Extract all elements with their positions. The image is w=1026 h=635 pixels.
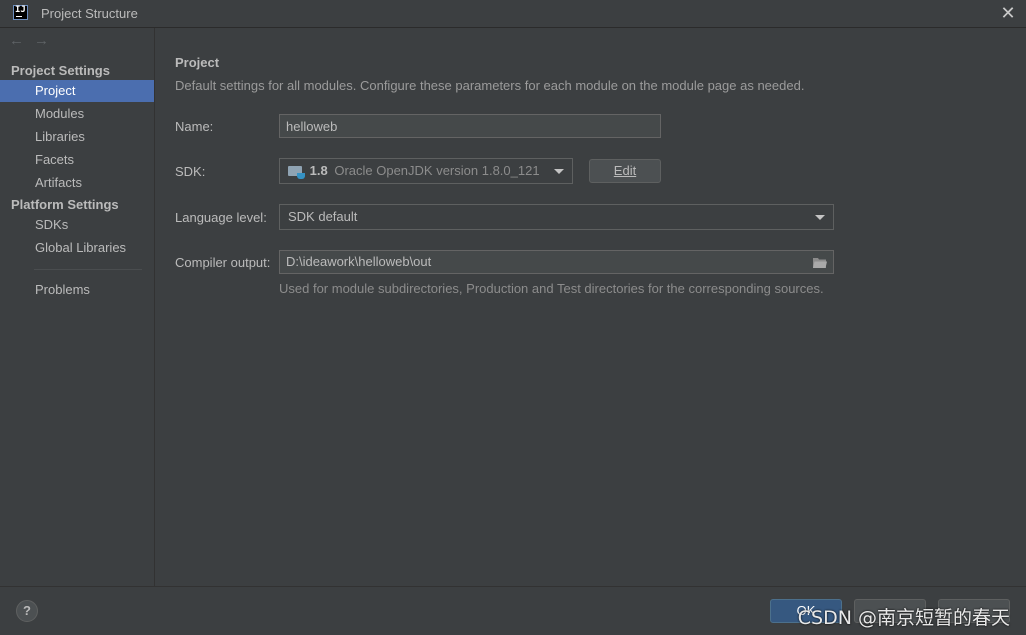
sdk-folder-icon [288,166,305,179]
sidebar-item-global-libraries[interactable]: Global Libraries [0,237,154,259]
sidebar-item-problems[interactable]: Problems [0,279,154,301]
browse-folder-icon[interactable] [813,257,827,268]
compiler-output-field[interactable]: D:\ideawork\helloweb\out [279,250,834,274]
sdk-version: 1.8 [309,163,328,178]
language-level-dropdown[interactable]: SDK default [279,204,834,230]
compiler-output-value: D:\ideawork\helloweb\out [286,254,432,269]
sidebar-item-label: Modules [35,106,85,121]
main-panel: Project Default settings for all modules… [155,28,1026,586]
forward-arrow-icon[interactable]: → [34,33,50,49]
intellij-app-icon: IJ [13,5,28,20]
chevron-down-icon [554,169,564,174]
window-title: Project Structure [41,6,138,21]
sidebar-item-label: Libraries [35,129,85,144]
sidebar-item-label: Problems [35,282,90,297]
sdk-label: SDK: [175,164,206,179]
sdk-dropdown[interactable]: 1.8 Oracle OpenJDK version 1.8.0_121 [279,158,573,184]
compiler-output-hint: Used for module subdirectories, Producti… [279,281,824,296]
sidebar-item-label: SDKs [35,217,69,232]
sidebar-divider [34,269,142,270]
sidebar-item-project[interactable]: Project [0,80,154,102]
chevron-down-icon [815,215,825,220]
group-title-platform-settings: Platform Settings [11,197,119,212]
nav-arrows: ← → [9,33,59,51]
sidebar-item-libraries[interactable]: Libraries [0,126,154,148]
help-button[interactable]: ? [16,600,38,622]
project-name-input[interactable] [279,114,661,138]
sidebar-item-artifacts[interactable]: Artifacts [0,172,154,194]
language-level-label: Language level: [175,210,267,225]
sidebar-item-sdks[interactable]: SDKs [0,214,154,236]
sidebar-item-facets[interactable]: Facets [0,149,154,171]
sdk-description: Oracle OpenJDK version 1.8.0_121 [334,163,540,178]
group-title-project-settings: Project Settings [11,63,110,78]
sidebar: ← → Project Settings Project Modules Libr… [0,28,155,586]
title-bar: IJ Project Structure ✕ [0,0,1026,28]
sidebar-item-modules[interactable]: Modules [0,103,154,125]
page-description: Default settings for all modules. Config… [175,78,805,93]
sidebar-item-label: Artifacts [35,175,82,190]
sidebar-item-label: Project [35,83,76,98]
sidebar-item-label: Facets [35,152,75,167]
compiler-output-label: Compiler output: [175,255,271,270]
name-label: Name: [175,119,214,134]
sidebar-item-label: Global Libraries [35,240,127,255]
language-level-value: SDK default [288,209,358,224]
close-icon[interactable]: ✕ [999,4,1017,22]
back-arrow-icon[interactable]: ← [9,33,25,49]
edit-button-label: Edit [613,163,637,178]
watermark: CSDN @南京短暂的春天 [797,607,1010,629]
bottom-bar: ? OK CSDN @南京短暂的春天 [0,586,1026,635]
edit-sdk-button[interactable]: Edit [589,159,661,183]
page-title: Project [175,55,220,70]
